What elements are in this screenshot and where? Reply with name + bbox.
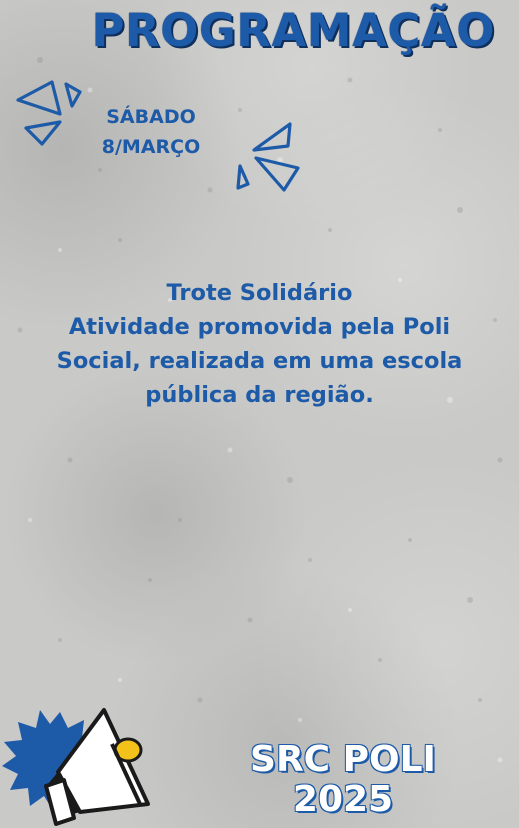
megaphone-icon [2, 708, 150, 826]
brand-logo-text: SRC POLI 2025 [218, 740, 468, 820]
event-date-text: 8/MARÇO [101, 136, 201, 158]
description-line: pública da região. [145, 382, 374, 408]
triangle-burst-right-icon [236, 122, 300, 192]
brand-name: SRC POLI [250, 739, 436, 780]
description-line: Atividade promovida pela Poli [68, 314, 451, 340]
page-title: PROGRAMAÇÃO [91, 4, 495, 57]
poster: PROGRAMAÇÃO SÁBADO 8/MARÇO Trote Solidár… [0, 0, 519, 828]
description-line: Social, realizada em uma escola [56, 348, 463, 374]
event-description: Trote Solidário Atividade promovida pela… [20, 276, 499, 412]
brand-year: 2025 [292, 779, 394, 820]
event-date: SÁBADO 8/MARÇO [76, 102, 226, 162]
event-title: Trote Solidário [166, 280, 353, 306]
event-day: SÁBADO [106, 106, 196, 128]
